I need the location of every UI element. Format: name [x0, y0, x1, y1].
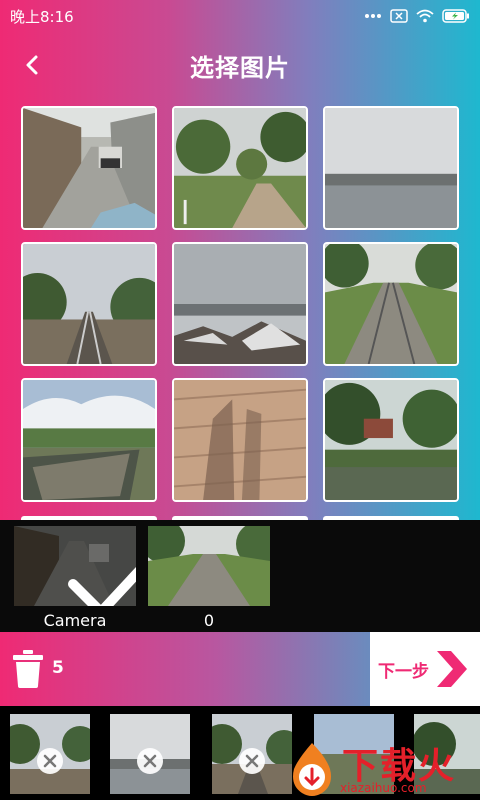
- battery-icon: [442, 9, 469, 23]
- album-cover: [148, 526, 270, 606]
- wifi-icon: [416, 9, 434, 23]
- watermark-url: xiazaihuo.com: [340, 781, 427, 795]
- album-cover: [14, 526, 136, 606]
- selected-count: 5: [52, 658, 64, 678]
- trash-icon[interactable]: [12, 650, 44, 688]
- status-bar: 晚上8:16: [0, 0, 480, 32]
- dots-icon: [365, 14, 381, 18]
- back-arrow-icon[interactable]: [18, 50, 48, 80]
- photo-grid: [21, 106, 461, 502]
- action-bar: 5 下一步: [0, 632, 480, 706]
- check-icon: [68, 566, 136, 606]
- album-0[interactable]: 0: [148, 526, 270, 630]
- photo-thumbnail[interactable]: [323, 378, 459, 502]
- photo-thumbnail[interactable]: [172, 378, 308, 502]
- status-time: 晚上8:16: [10, 7, 74, 26]
- chevron-right-icon: [437, 651, 467, 687]
- remove-icon[interactable]: [136, 747, 164, 775]
- album-label: 0: [203, 611, 215, 630]
- watermark: 下载火 xiazaihuo.com: [282, 733, 478, 799]
- album-strip: Camera 0: [0, 520, 480, 632]
- flame-logo-icon: [293, 743, 331, 796]
- photo-thumbnail[interactable]: [21, 106, 157, 230]
- photo-thumbnail[interactable]: [323, 242, 459, 366]
- photo-thumbnail[interactable]: [172, 242, 308, 366]
- photo-thumbnail[interactable]: [323, 106, 459, 230]
- remove-icon[interactable]: [238, 747, 266, 775]
- album-label: Camera: [43, 611, 107, 630]
- remove-icon[interactable]: [36, 747, 64, 775]
- sim-off-icon: [390, 9, 408, 23]
- album-camera[interactable]: Camera: [14, 526, 136, 630]
- page-title: 选择图片: [190, 53, 290, 82]
- photo-thumbnail[interactable]: [21, 378, 157, 502]
- selected-photo[interactable]: [212, 714, 292, 794]
- selected-photo[interactable]: [110, 714, 190, 794]
- next-step-button[interactable]: 下一步: [370, 632, 480, 706]
- title-bar: 选择图片: [0, 40, 480, 90]
- photo-thumbnail[interactable]: [21, 242, 157, 366]
- selected-photo[interactable]: [10, 714, 90, 794]
- photo-thumbnail[interactable]: [172, 106, 308, 230]
- next-step-label: 下一步: [378, 661, 429, 682]
